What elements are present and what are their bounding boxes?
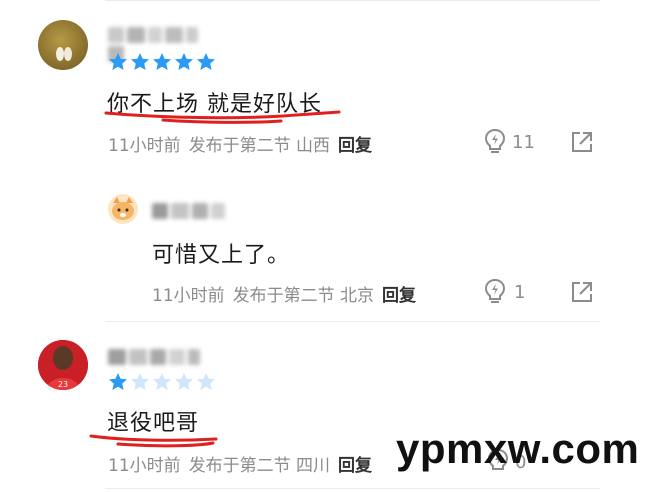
like-count: 1 — [514, 281, 526, 303]
user-name-blurred[interactable] — [108, 346, 210, 365]
like-count: 11 — [512, 131, 535, 153]
share-icon[interactable] — [570, 280, 594, 304]
star-icon — [175, 53, 193, 70]
star-icon — [197, 373, 215, 390]
like-button[interactable]: 11 — [483, 128, 535, 156]
reply-avatar[interactable] — [108, 194, 138, 224]
comment-location: 发布于第二节 山西 — [188, 136, 331, 156]
reply-location: 发布于第二节 北京 — [232, 286, 375, 306]
reply-text: 可惜又上了。 — [152, 243, 291, 268]
star-icon — [131, 53, 149, 70]
comment-time: 11小时前 — [108, 136, 181, 156]
star-icon — [109, 373, 127, 390]
reply-meta: 11小时前 发布于第二节 北京 回复 — [152, 281, 416, 306]
avatar[interactable]: 23 — [38, 340, 88, 390]
site-watermark: ypmxw.com — [396, 425, 640, 472]
reply-button[interactable]: 回复 — [382, 281, 416, 306]
star-icon — [109, 53, 127, 70]
share-icon[interactable] — [570, 130, 594, 154]
avatar-image — [112, 197, 134, 220]
comment-meta: 11小时前 发布于第二节 山西 回复 — [108, 131, 372, 156]
star-icon — [197, 53, 215, 70]
bottom-divider — [105, 488, 600, 489]
star-icon — [153, 373, 171, 390]
avatar-image: 23 — [38, 340, 88, 390]
lightbulb-icon — [484, 128, 506, 153]
top-divider — [105, 0, 600, 1]
comment-location: 发布于第二节 四川 — [188, 456, 331, 476]
reply-button[interactable]: 回复 — [338, 131, 372, 156]
reply-time: 11小时前 — [152, 286, 225, 306]
lightbulb-icon — [484, 278, 506, 303]
comment-divider — [105, 321, 600, 322]
red-underline-annotation — [104, 110, 341, 124]
like-button[interactable]: 1 — [483, 278, 525, 306]
comment-time: 11小时前 — [108, 456, 181, 476]
reply-user-name-blurred[interactable] — [152, 200, 237, 219]
star-icon — [153, 53, 171, 70]
user-name-blurred[interactable] — [108, 24, 218, 62]
reply-button[interactable]: 回复 — [338, 451, 372, 476]
avatar-image — [56, 47, 72, 61]
avatar[interactable] — [38, 20, 88, 70]
comment-meta: 11小时前 发布于第二节 四川 回复 — [108, 451, 372, 476]
star-icon — [175, 373, 193, 390]
star-icon — [131, 373, 149, 390]
red-underline-annotation — [89, 434, 218, 448]
svg-text:23: 23 — [58, 380, 68, 389]
